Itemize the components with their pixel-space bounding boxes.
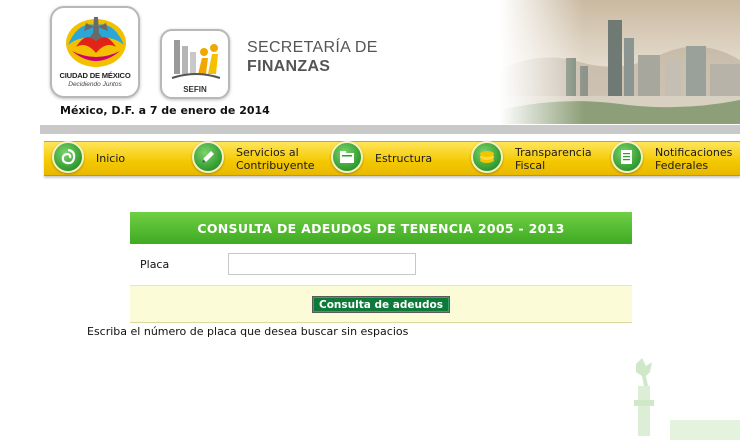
current-date: México, D.F. a 7 de enero de 2014 bbox=[60, 104, 270, 117]
main-nav: Inicio Servicios al Contribuyente Estruc… bbox=[44, 141, 740, 176]
nav-label-transparencia: Transparencia Fiscal bbox=[515, 145, 592, 172]
home-spiral-icon bbox=[52, 141, 84, 173]
documents-icon bbox=[611, 141, 643, 173]
placa-label: Placa bbox=[140, 258, 170, 271]
sefin-emblem-icon bbox=[171, 40, 221, 79]
folders-icon bbox=[331, 141, 363, 173]
angel-independencia-icon bbox=[66, 17, 126, 67]
submit-row: Consulta de adeudos bbox=[130, 285, 632, 323]
cdmx-logo-slogan: Decidiendo Juntos bbox=[68, 81, 122, 88]
form-title: CONSULTA DE ADEUDOS DE TENENCIA 2005 - 2… bbox=[130, 212, 632, 244]
coins-icon bbox=[471, 141, 503, 173]
nav-item-servicios[interactable]: Servicios al Contribuyente bbox=[192, 141, 322, 175]
header-divider bbox=[40, 125, 740, 134]
nav-item-notificaciones[interactable]: Notificaciones Federales bbox=[611, 141, 736, 175]
department-title-line2: FINANZAS bbox=[247, 58, 331, 75]
sefin-logo[interactable]: SEFIN bbox=[160, 29, 230, 99]
nav-label-notificaciones: Notificaciones Federales bbox=[655, 145, 733, 172]
pencil-icon bbox=[192, 141, 224, 173]
nav-item-estructura[interactable]: Estructura bbox=[331, 141, 441, 175]
placa-row: Placa bbox=[130, 245, 632, 285]
nav-label-servicios: Servicios al Contribuyente bbox=[236, 145, 315, 172]
nav-item-transparencia[interactable]: Transparencia Fiscal bbox=[471, 141, 601, 175]
nav-label-inicio: Inicio bbox=[96, 152, 126, 165]
sefin-logo-label: SEFIN bbox=[183, 85, 207, 94]
angel-watermark-icon bbox=[634, 358, 740, 440]
cdmx-logo-name: CIUDAD DE MÉXICO bbox=[59, 71, 131, 80]
cdmx-logo[interactable]: CIUDAD DE MÉXICO Decidiendo Juntos bbox=[50, 6, 140, 98]
page-header: CIUDAD DE MÉXICO Decidiendo Juntos SEFIN… bbox=[0, 0, 740, 130]
nav-item-inicio[interactable]: Inicio bbox=[50, 141, 160, 175]
nav-label-estructura: Estructura bbox=[375, 152, 433, 165]
department-title-line1: SECRETARÍA DE bbox=[247, 39, 378, 56]
city-skyline-banner bbox=[500, 0, 740, 124]
consulta-adeudos-button[interactable]: Consulta de adeudos bbox=[312, 296, 450, 313]
placa-input[interactable] bbox=[228, 253, 416, 275]
placa-help-text: Escriba el número de placa que desea bus… bbox=[87, 325, 409, 338]
